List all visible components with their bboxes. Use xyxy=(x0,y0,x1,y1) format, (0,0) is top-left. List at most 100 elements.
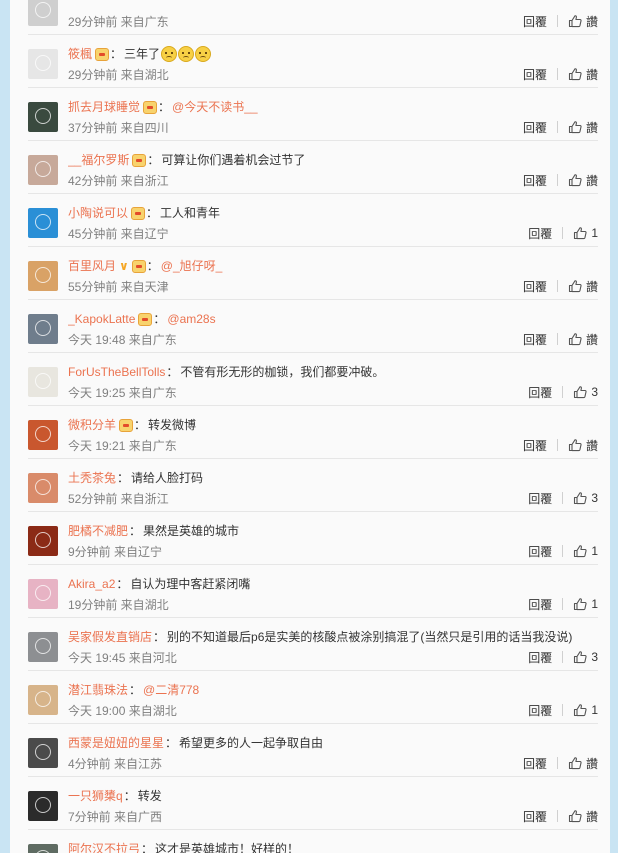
like-button[interactable]: 讚 xyxy=(568,278,598,295)
comment-line: 筱楓 ：三年了 xyxy=(68,45,598,63)
avatar[interactable] xyxy=(28,0,58,26)
like-button[interactable]: 3 xyxy=(573,650,598,664)
avatar[interactable] xyxy=(28,155,58,185)
avatar[interactable] xyxy=(28,367,58,397)
like-button[interactable]: 讚 xyxy=(568,755,598,772)
reply-button[interactable]: 回覆 xyxy=(528,384,552,401)
username-link[interactable]: 微积分羊 xyxy=(68,416,116,434)
thumbs-up-icon xyxy=(568,438,582,452)
username-link[interactable]: 筱楓 xyxy=(68,45,92,63)
username-link[interactable]: _KapokLatte xyxy=(68,310,135,328)
like-button[interactable]: 讚 xyxy=(568,331,598,348)
comment-content: 吴家假发直销店：别的不知道最后p6是实美的核酸点被涂别搞混了(当然只是引用的话当… xyxy=(68,628,598,667)
mention-link[interactable]: @今天不读书__ xyxy=(172,98,258,116)
like-button[interactable]: 1 xyxy=(573,703,598,717)
action-divider xyxy=(556,15,558,27)
like-button[interactable]: 1 xyxy=(573,226,598,240)
avatar[interactable] xyxy=(28,791,58,821)
like-button[interactable]: 讚 xyxy=(568,66,598,83)
avatar[interactable] xyxy=(28,526,58,556)
username-link[interactable]: 抓去月球睡觉 xyxy=(68,98,140,116)
reply-button[interactable]: 回覆 xyxy=(528,490,552,507)
colon-separator: ： xyxy=(116,577,129,591)
colon-separator: ： xyxy=(146,206,159,220)
reply-button[interactable]: 回覆 xyxy=(523,119,547,136)
avatar-pattern-icon xyxy=(35,214,51,230)
username-link[interactable]: 小陶说可以 xyxy=(68,204,128,222)
mention-link[interactable]: @_旭仔呀_ xyxy=(161,257,223,275)
comment-line: Akira_a2：自认为理中客赶紧闭嘴 xyxy=(68,575,598,593)
comment-meta: 29分钟前 来自广东 xyxy=(68,15,169,29)
comment-text: 三年了 xyxy=(124,47,161,61)
comment-line: 抓去月球睡觉 ： @今天不读书__ xyxy=(68,98,598,116)
username-link[interactable]: 肥橘不减肥 xyxy=(68,522,128,540)
list-item: _KapokLatte ： @am28s 今天 19:48 来自广东 回覆 讚 xyxy=(28,300,598,353)
reply-button[interactable]: 回覆 xyxy=(523,755,547,772)
colon-separator: ： xyxy=(153,312,166,326)
like-count: 讚 xyxy=(585,438,598,453)
comment-line: 土秃茶兔：请给人脸打码 xyxy=(68,469,598,487)
reply-button[interactable]: 回覆 xyxy=(523,172,547,189)
mention-link[interactable]: @am28s xyxy=(167,310,215,328)
username-link[interactable]: Akira_a2 xyxy=(68,575,115,593)
list-item: 潜江翡珠法： @二清778 今天 19:00 来自湖北 回覆 1 xyxy=(28,671,598,724)
action-divider xyxy=(562,598,564,610)
like-button[interactable]: 讚 xyxy=(568,13,598,30)
avatar[interactable] xyxy=(28,685,58,715)
reply-button[interactable]: 回覆 xyxy=(528,596,552,613)
avatar[interactable] xyxy=(28,420,58,450)
avatar[interactable] xyxy=(28,632,58,662)
avatar-pattern-icon xyxy=(35,797,51,813)
comment-content: 西蒙是妞妞的星星：希望更多的人一起争取自由 4分钟前 来自江苏 xyxy=(68,734,598,773)
avatar[interactable] xyxy=(28,208,58,238)
username-link[interactable]: 潜江翡珠法 xyxy=(68,681,128,699)
comment-meta: 今天 19:21 来自广东 xyxy=(68,439,177,453)
comment-text: 不管有形无形的枷锁，我们都要冲破。 xyxy=(180,365,385,379)
fan-badge-icon xyxy=(119,418,134,432)
reply-button[interactable]: 回覆 xyxy=(523,13,547,30)
avatar[interactable] xyxy=(28,579,58,609)
avatar[interactable] xyxy=(28,261,58,291)
username-link[interactable]: ForUsTheBellTolls xyxy=(68,363,165,381)
reply-button[interactable]: 回覆 xyxy=(528,649,552,666)
like-button[interactable]: 1 xyxy=(573,597,598,611)
username-link[interactable]: 土秃茶兔 xyxy=(68,469,116,487)
avatar[interactable] xyxy=(28,738,58,768)
username-link[interactable]: 百里风月 xyxy=(68,257,116,275)
reply-button[interactable]: 回覆 xyxy=(523,808,547,825)
reply-button[interactable]: 回覆 xyxy=(528,702,552,719)
colon-separator: ： xyxy=(129,683,142,697)
username-link[interactable]: 西蒙是妞妞的星星 xyxy=(68,734,164,752)
username-link[interactable]: 阿尔汉不拉弓 xyxy=(68,840,140,853)
username-link[interactable]: 一只狮橥q xyxy=(68,787,123,805)
reply-button[interactable]: 回覆 xyxy=(523,437,547,454)
like-button[interactable]: 3 xyxy=(573,491,598,505)
avatar-pattern-icon xyxy=(35,691,51,707)
like-button[interactable]: 讚 xyxy=(568,437,598,454)
reply-button[interactable]: 回覆 xyxy=(523,278,547,295)
action-divider xyxy=(562,545,564,557)
reply-button[interactable]: 回覆 xyxy=(523,66,547,83)
thumbs-up-icon xyxy=(573,385,587,399)
avatar[interactable] xyxy=(28,49,58,79)
mention-link[interactable]: @二清778 xyxy=(143,681,199,699)
like-count: 3 xyxy=(591,650,598,664)
avatar[interactable] xyxy=(28,844,58,853)
username-link[interactable]: __福尔罗斯 xyxy=(68,151,129,169)
like-count: 1 xyxy=(591,226,598,240)
reply-button[interactable]: 回覆 xyxy=(523,331,547,348)
avatar[interactable] xyxy=(28,102,58,132)
avatar[interactable] xyxy=(28,473,58,503)
comment-line: 一只狮橥q：转发 xyxy=(68,787,598,805)
like-button[interactable]: 讚 xyxy=(568,172,598,189)
like-button[interactable]: 讚 xyxy=(568,808,598,825)
thumbs-up-icon xyxy=(568,14,582,28)
username-link[interactable]: 吴家假发直销店 xyxy=(68,628,152,646)
like-button[interactable]: 1 xyxy=(573,544,598,558)
avatar[interactable] xyxy=(28,314,58,344)
reply-button[interactable]: 回覆 xyxy=(528,543,552,560)
comment-meta: 29分钟前 来自湖北 xyxy=(68,68,169,82)
like-button[interactable]: 3 xyxy=(573,385,598,399)
like-button[interactable]: 讚 xyxy=(568,119,598,136)
reply-button[interactable]: 回覆 xyxy=(528,225,552,242)
